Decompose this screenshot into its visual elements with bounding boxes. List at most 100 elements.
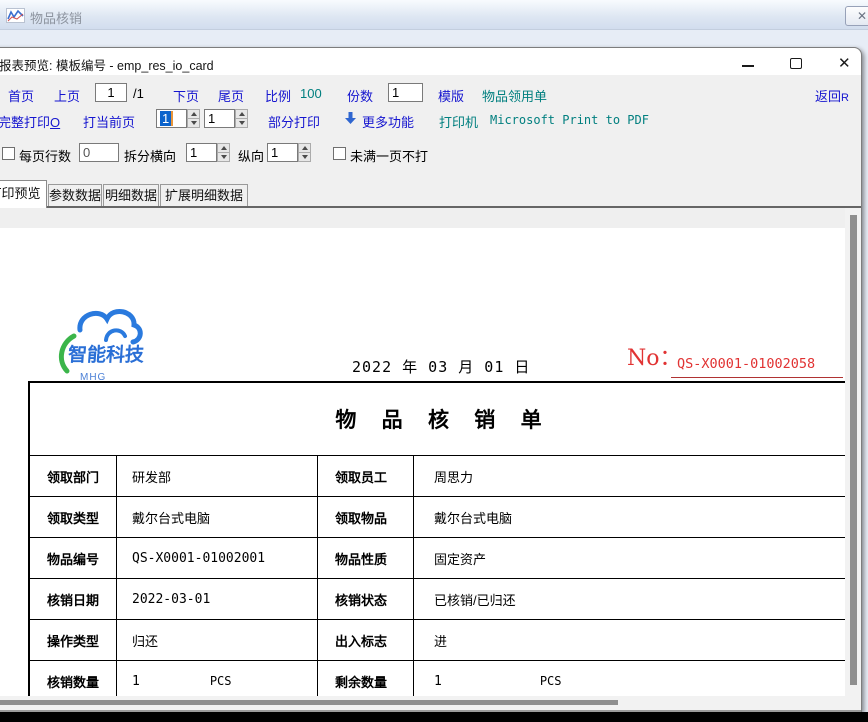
row-label: 领取类型	[30, 497, 117, 537]
page-total-label: /1	[133, 86, 144, 101]
table-row: 操作类型 归还 出入标志 进	[30, 619, 845, 660]
spin-up-icon[interactable]	[217, 143, 230, 152]
vertical-scrollbar-thumb[interactable]	[850, 215, 857, 685]
split-horizontal-input[interactable]	[186, 143, 217, 162]
print-to-input[interactable]	[204, 109, 235, 128]
dialog-bottom-border	[0, 710, 861, 712]
tab-underline	[0, 206, 861, 208]
copies-input[interactable]	[388, 83, 423, 102]
row-value: 2022-03-01	[117, 579, 318, 619]
company-logo-cloud-icon: 智能科技 MHG	[50, 298, 148, 386]
logo-text: 智能科技	[67, 343, 146, 366]
row-label: 物品性质	[318, 538, 414, 578]
report-page: 智能科技 MHG 2022 年 03 月 01 日 No： QS-X0001-0…	[0, 228, 845, 696]
print-to-spinner[interactable]	[235, 109, 248, 128]
next-page-button[interactable]: 下页	[173, 86, 199, 105]
split-vertical-spinner[interactable]	[298, 143, 311, 162]
spin-up-icon[interactable]	[235, 109, 248, 118]
full-print-button[interactable]: 完整打印O	[0, 112, 60, 131]
tab-parameter-data[interactable]: 参数数据	[48, 184, 102, 206]
more-functions-button[interactable]: 更多功能	[362, 112, 414, 131]
template-value: 物品领用单	[482, 86, 547, 105]
quantity-unit: PCS	[210, 674, 232, 688]
last-page-button[interactable]: 尾页	[218, 86, 244, 105]
full-print-hotkey: O	[50, 115, 60, 130]
spin-up-icon[interactable]	[298, 143, 311, 152]
template-button[interactable]: 模版	[438, 86, 464, 105]
app-title: 物品核销	[30, 8, 82, 27]
spin-down-icon[interactable]	[187, 118, 200, 128]
more-functions-down-arrow-icon	[345, 112, 356, 125]
tab-detail-data[interactable]: 明细数据	[103, 184, 159, 206]
row-value: 戴尔台式电脑	[414, 497, 845, 537]
prev-page-button[interactable]: 上页	[54, 86, 80, 105]
preview-margin	[0, 208, 861, 228]
row-label: 出入标志	[318, 620, 414, 660]
print-from-value: 1	[160, 111, 171, 126]
spin-down-icon[interactable]	[298, 152, 311, 162]
row-value: 周思力	[414, 456, 845, 496]
row-value: 固定资产	[414, 538, 845, 578]
skip-partial-page-checkbox[interactable]	[333, 147, 346, 160]
page-number-input[interactable]	[95, 83, 127, 102]
full-print-label: 完整打印	[0, 115, 50, 130]
row-label: 核销数量	[30, 661, 117, 696]
spin-down-icon[interactable]	[217, 152, 230, 162]
row-value: 1 PCS	[117, 661, 318, 696]
split-horizontal-spinner[interactable]	[217, 143, 230, 162]
table-row: 领取类型 戴尔台式电脑 领取物品 戴尔台式电脑	[30, 496, 845, 537]
vertical-scrollbar[interactable]	[845, 208, 861, 696]
table-row: 核销数量 1 PCS 剩余数量 1 PCS	[30, 660, 845, 696]
print-current-button[interactable]: 打当前页	[83, 112, 135, 131]
report-no-underline	[671, 377, 843, 378]
split-vertical-input[interactable]	[267, 143, 298, 162]
rows-per-page-checkbox[interactable]	[2, 147, 15, 160]
back-button[interactable]: 返回R	[815, 86, 849, 105]
spin-down-icon[interactable]	[235, 118, 248, 128]
scale-label[interactable]: 比例	[265, 86, 291, 105]
table-row: 核销日期 2022-03-01 核销状态 已核销/已归还	[30, 578, 845, 619]
print-from-spinner[interactable]	[187, 109, 200, 128]
split-horizontal-label: 拆分横向	[124, 146, 176, 165]
row-label: 核销日期	[30, 579, 117, 619]
close-icon[interactable]: ✕	[838, 54, 851, 72]
back-label: 返回	[815, 89, 841, 104]
partial-print-button[interactable]: 部分打印	[268, 112, 320, 131]
maximize-icon[interactable]	[790, 58, 802, 69]
first-page-button[interactable]: 首页	[8, 86, 34, 105]
spin-up-icon[interactable]	[187, 109, 200, 118]
horizontal-scrollbar-thumb[interactable]	[0, 700, 618, 705]
split-vertical-label: 纵向	[238, 146, 264, 165]
row-value: 研发部	[117, 456, 318, 496]
app-close-button[interactable]: ✕	[845, 6, 868, 26]
rows-per-page-label: 每页行数	[19, 146, 71, 165]
rows-per-page-input[interactable]	[79, 143, 119, 162]
dialog-titlebar[interactable]: 报表预览: 模板编号 - emp_res_io_card	[0, 48, 861, 75]
row-value: QS-X0001-01002001	[117, 538, 318, 578]
row-label: 操作类型	[30, 620, 117, 660]
screen-bottom-edge	[0, 712, 868, 722]
row-value: 归还	[117, 620, 318, 660]
row-label: 领取部门	[30, 456, 117, 496]
app-titlebar: 物品核销 ✕	[0, 0, 868, 30]
row-label: 核销状态	[318, 579, 414, 619]
quantity-unit: PCS	[540, 674, 562, 688]
row-value: 已核销/已归还	[414, 579, 845, 619]
row-label: 物品编号	[30, 538, 117, 578]
report-table: 物 品 核 销 单 领取部门 研发部 领取员工 周思力 领取类型 戴尔台式电脑 …	[28, 381, 845, 696]
table-row: 物品编号 QS-X0001-01002001 物品性质 固定资产	[30, 537, 845, 578]
horizontal-scrollbar[interactable]	[0, 696, 861, 710]
row-label: 领取员工	[318, 456, 414, 496]
tab-extended-detail-data[interactable]: 扩展明细数据	[160, 184, 248, 206]
tab-print-preview[interactable]: 打印预览	[0, 180, 47, 208]
table-row: 领取部门 研发部 领取员工 周思力	[30, 455, 845, 496]
row-value: 1 PCS	[414, 661, 845, 696]
row-label: 领取物品	[318, 497, 414, 537]
minimize-icon[interactable]	[742, 65, 754, 67]
row-label: 剩余数量	[318, 661, 414, 696]
copies-label: 份数	[347, 86, 373, 105]
quantity-value: 1	[434, 674, 442, 689]
printer-label[interactable]: 打印机	[439, 112, 478, 131]
report-title: 物 品 核 销 单	[30, 383, 845, 455]
print-from-input[interactable]: 1	[156, 109, 187, 128]
